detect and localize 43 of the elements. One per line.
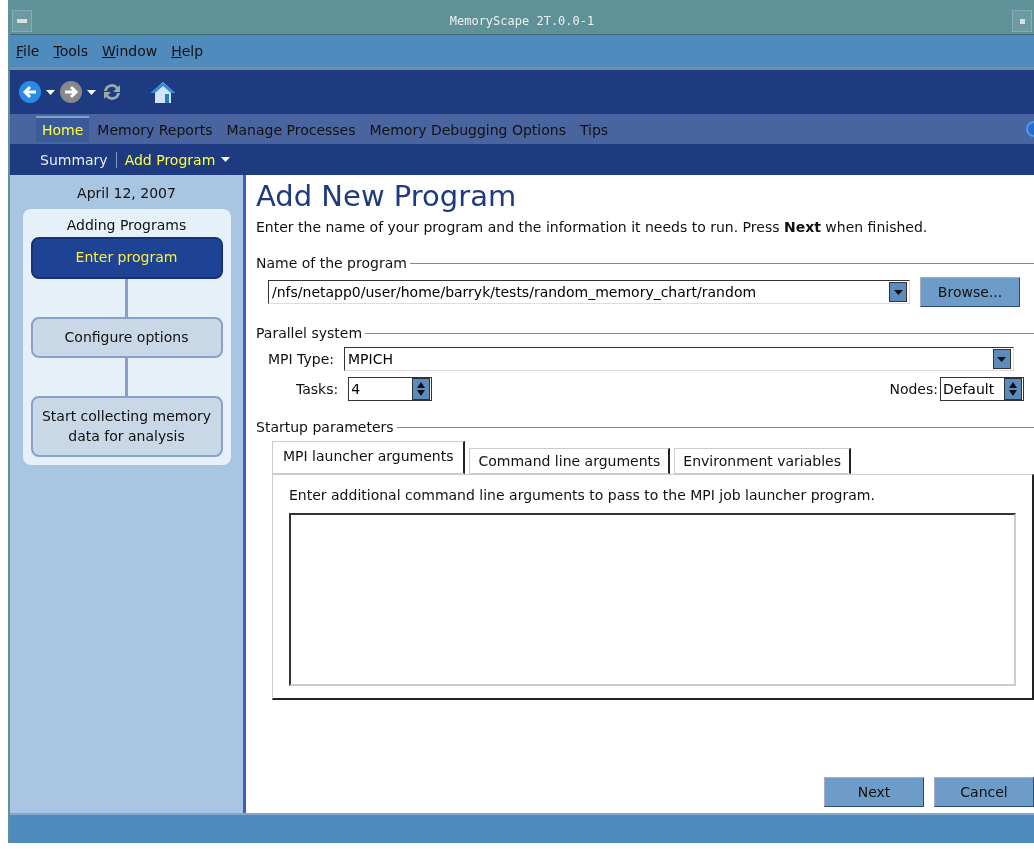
caret-icon xyxy=(87,89,96,95)
step-button[interactable]: Start collecting memory data for analysis xyxy=(30,396,223,458)
mpi-type-dropdown[interactable]: MPICH xyxy=(344,347,1014,371)
window-title: MemoryScape 2T.0.0-1 xyxy=(448,14,596,28)
step-button[interactable]: Configure options xyxy=(30,316,223,359)
subnav-link[interactable]: Summary xyxy=(40,151,108,168)
section-label: Name of the program xyxy=(256,255,407,271)
tab[interactable]: Environment variables xyxy=(674,448,851,474)
arguments-input[interactable] xyxy=(289,513,1016,686)
home-icon[interactable] xyxy=(150,80,176,104)
hint-text: Enter additional command line arguments to pass to the MPI job launcher program. xyxy=(289,487,876,503)
program-combo-field[interactable]: /nfs/netapp0/user/home/barryk/tests/random_memory_chart/random xyxy=(268,280,910,304)
minus-icon xyxy=(17,19,27,23)
dialog-button[interactable]: Cancel xyxy=(934,777,1034,807)
field-label: Nodes: xyxy=(889,381,938,397)
spin-arrows-icon xyxy=(416,381,427,397)
tab[interactable]: MPI launcher arguments xyxy=(272,441,466,474)
field-label: Tasks: xyxy=(296,381,339,397)
spin-arrows-icon xyxy=(1008,381,1018,397)
section-label: Startup parameters xyxy=(256,419,394,435)
browse-button[interactable]: Browse... xyxy=(920,277,1020,307)
forward-icon[interactable] xyxy=(59,80,83,104)
dialog-button[interactable]: Next xyxy=(824,777,924,807)
intro-text: Enter the name of your program and the information it needs to run. Press Next when finished. xyxy=(256,219,929,235)
section-label: Parallel system xyxy=(256,325,363,341)
date-label: April 12, 2007 xyxy=(77,185,176,201)
menu-item[interactable]: Tools xyxy=(53,43,88,59)
field-label: MPI Type: xyxy=(268,351,334,367)
subnav-link[interactable]: Add Program xyxy=(124,151,231,168)
nav-tab[interactable]: Home xyxy=(36,116,90,142)
step-button[interactable]: Enter program xyxy=(30,237,223,279)
steps-title: Adding Programs xyxy=(66,217,187,233)
menu-item[interactable]: Help xyxy=(171,43,204,59)
menu-item[interactable]: Window xyxy=(101,43,158,59)
caret-icon xyxy=(893,289,903,295)
caret-icon xyxy=(46,89,55,95)
menu-item[interactable]: File xyxy=(16,43,40,59)
tab[interactable]: Command line arguments xyxy=(469,448,671,474)
caret-icon xyxy=(997,356,1007,362)
nodes-spinbox[interactable]: Default xyxy=(940,377,1024,401)
tasks-spinbox[interactable]: 4 xyxy=(348,377,433,401)
back-icon[interactable] xyxy=(18,80,42,104)
page-heading: Add New Program xyxy=(256,179,518,213)
